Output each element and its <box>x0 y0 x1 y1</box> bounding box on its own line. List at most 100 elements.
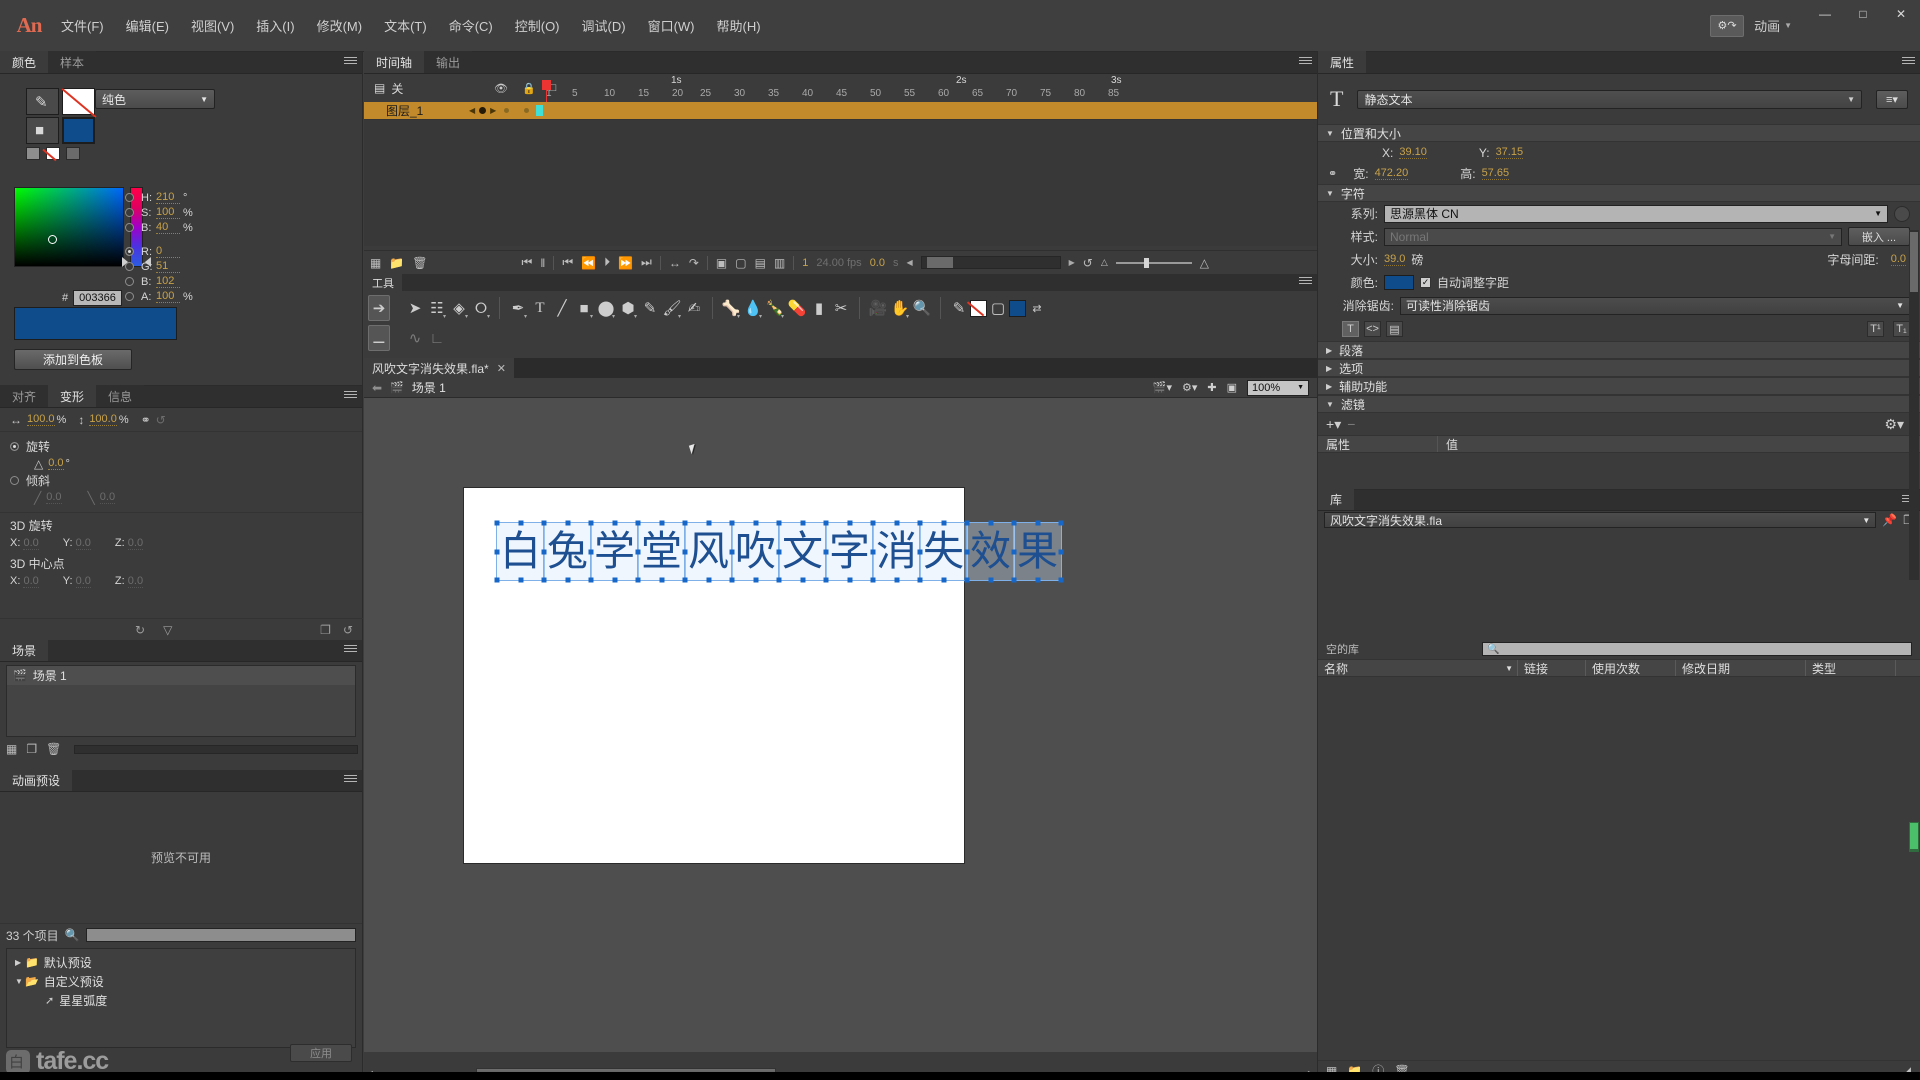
duplicate-scene-icon[interactable]: ❐ <box>26 742 37 756</box>
modify-onion-markers-icon[interactable]: ▥ <box>774 256 785 270</box>
selection-handle[interactable] <box>753 577 758 583</box>
menu-help[interactable]: 帮助(H) <box>706 10 772 41</box>
reset-transform-icon[interactable]: ↺ <box>156 413 166 427</box>
selection-handle[interactable] <box>823 520 829 526</box>
eyedropper-tool[interactable]: 💊 <box>786 295 808 321</box>
panel-menu-icon[interactable] <box>1299 57 1312 68</box>
pen-tool[interactable]: ✒ ▾ <box>507 295 529 321</box>
text-direction-button[interactable]: ≡▾ <box>1876 89 1908 109</box>
new-layer-icon[interactable]: ▦ <box>370 256 381 270</box>
text-glyph[interactable]: 风 <box>682 520 735 583</box>
library-search-input[interactable]: 🔍 <box>1482 642 1912 656</box>
close-icon[interactable]: ✕ <box>497 362 506 375</box>
zoom-level-select[interactable]: 100% ▼ <box>1247 379 1309 396</box>
text-glyph[interactable]: 效 <box>964 520 1017 583</box>
fps-value[interactable]: 24.00 fps <box>816 257 861 269</box>
radio-g[interactable] <box>125 262 134 271</box>
tab-info[interactable]: 信息 <box>96 385 145 407</box>
timeline-ruler[interactable]: 1s 2s 3s 1 5 10 15 20 25 30 35 40 45 50 … <box>544 74 1317 102</box>
gradient-transform-tool[interactable]: ◈ ▾ <box>448 295 470 321</box>
library-items-list[interactable] <box>1318 677 1920 857</box>
text-glyph[interactable]: 吹 <box>729 520 782 583</box>
rot3d-y-value[interactable]: 0.0 <box>75 537 91 550</box>
selection-handle[interactable] <box>659 577 664 583</box>
selection-handle[interactable] <box>870 549 876 554</box>
preset-item[interactable]: ➚ 星星弧度 <box>7 991 355 1010</box>
font-color-swatch[interactable] <box>1384 275 1414 290</box>
document-tab[interactable]: 风吹文字消失效果.fla* ✕ <box>364 358 514 378</box>
selection-handle[interactable] <box>917 577 923 583</box>
onion-skin-icon[interactable]: ▤ <box>374 81 385 95</box>
add-to-swatches-button[interactable]: 添加到色板 <box>14 349 132 370</box>
selection-handle[interactable] <box>494 520 500 526</box>
onion-outline-icon[interactable]: ▢ <box>735 256 746 270</box>
smooth-icon[interactable]: ∿ <box>404 325 426 351</box>
skew-y-value[interactable]: 0.0 <box>99 491 116 504</box>
selection-handle[interactable] <box>588 549 594 554</box>
selection-handle[interactable] <box>776 549 782 554</box>
reset-timeline-icon[interactable]: ↺ <box>1083 256 1093 270</box>
ink-bottle-tool[interactable]: 🍾 ▾ <box>764 295 786 321</box>
stroke-color-icon[interactable]: ✎ <box>948 295 970 321</box>
section-options[interactable]: ▶ 选项 <box>1318 359 1920 377</box>
text-type-select[interactable]: 静态文本 ▼ <box>1357 89 1862 109</box>
panel-menu-icon[interactable] <box>344 775 357 786</box>
breadcrumb[interactable]: 场景 1 <box>412 379 446 396</box>
eye-icon[interactable]: 👁 <box>494 82 508 95</box>
selection-handle[interactable] <box>1011 577 1017 583</box>
skew-option[interactable]: 倾斜 <box>10 472 362 489</box>
selection-handle[interactable] <box>776 520 782 526</box>
selection-handle[interactable] <box>588 577 594 583</box>
stroke-color-tool-icon[interactable]: ✎ <box>26 88 59 115</box>
selection-handle[interactable] <box>706 520 711 526</box>
tab-align[interactable]: 对齐 <box>0 385 49 407</box>
filter-options-icon[interactable]: ⚙▾ <box>1884 416 1904 433</box>
edit-symbols-icon[interactable]: ⚙▾ <box>1182 381 1197 394</box>
snap-to-objects-icon[interactable]: ⚊ <box>368 325 390 351</box>
value-a[interactable]: 100 <box>156 290 180 303</box>
pencil-tool[interactable]: ✎ <box>639 295 661 321</box>
edit-scene-icon[interactable]: 🎬▾ <box>1153 381 1172 394</box>
selection-handle[interactable] <box>847 520 852 526</box>
preset-folder-custom[interactable]: ▼ 📂 自定义预设 <box>7 972 355 991</box>
selection-handle[interactable] <box>894 577 899 583</box>
center-frame-icon[interactable]: ↔ <box>669 256 681 270</box>
library-document-select[interactable]: 风吹文字消失效果.fla ▼ <box>1324 512 1877 528</box>
zoom-in-frames-icon[interactable]: △ <box>1200 256 1209 270</box>
tab-properties[interactable]: 属性 <box>1318 51 1367 73</box>
lock-aspect-icon[interactable]: ⚭ <box>1328 167 1337 180</box>
height-value[interactable]: 57.65 <box>1481 167 1510 180</box>
menu-edit[interactable]: 编辑(E) <box>115 10 180 41</box>
fill-type-select[interactable]: 纯色 ▼ <box>95 89 215 109</box>
clip-content-icon[interactable]: ▣ <box>1227 381 1237 394</box>
delete-scene-icon[interactable]: 🗑 <box>46 742 61 756</box>
radio-a[interactable] <box>125 292 134 301</box>
selectable-text-icon[interactable]: T <box>1342 321 1359 337</box>
selection-handle[interactable] <box>1058 520 1064 526</box>
loop-icon[interactable]: ‖ <box>540 256 545 270</box>
go-to-end-icon[interactable]: ⏭ <box>641 255 652 270</box>
section-character[interactable]: ▼ 字符 <box>1318 184 1920 202</box>
library-col-usecount[interactable]: 使用次数 <box>1586 660 1676 676</box>
timeline-hscrollbar[interactable] <box>920 256 1061 269</box>
color-picker-cursor[interactable] <box>48 235 57 244</box>
rot3d-x-value[interactable]: 0.0 <box>23 537 39 550</box>
camera-tool[interactable]: 🎥 <box>867 295 889 321</box>
selection-handle[interactable] <box>565 577 570 583</box>
menu-window[interactable]: 窗口(W) <box>637 10 706 41</box>
text-tool[interactable]: T <box>529 295 551 321</box>
rot3d-z-value[interactable]: 0.0 <box>127 537 144 550</box>
selection-handle[interactable] <box>823 577 829 583</box>
layer-camera-controls[interactable]: ◀ ▶ <box>469 106 496 115</box>
stage-canvas[interactable]: 白 兔 学 堂 风 吹 文 字 消 失 效 果 <box>464 488 1064 863</box>
selection-handle[interactable] <box>612 520 617 526</box>
c3d-z-value[interactable]: 0.0 <box>127 575 144 588</box>
library-col-moddate[interactable]: 修改日期 <box>1676 660 1806 676</box>
fill-color-icon[interactable]: ▢ <box>987 295 1009 321</box>
properties-vscrollbar[interactable] <box>1909 230 1919 580</box>
selection-handle[interactable] <box>541 577 547 583</box>
selection-handle[interactable] <box>870 577 876 583</box>
radio-r[interactable] <box>125 247 134 256</box>
chevron-down-icon[interactable]: ▼ <box>15 977 25 986</box>
selection-handle[interactable] <box>776 577 782 583</box>
